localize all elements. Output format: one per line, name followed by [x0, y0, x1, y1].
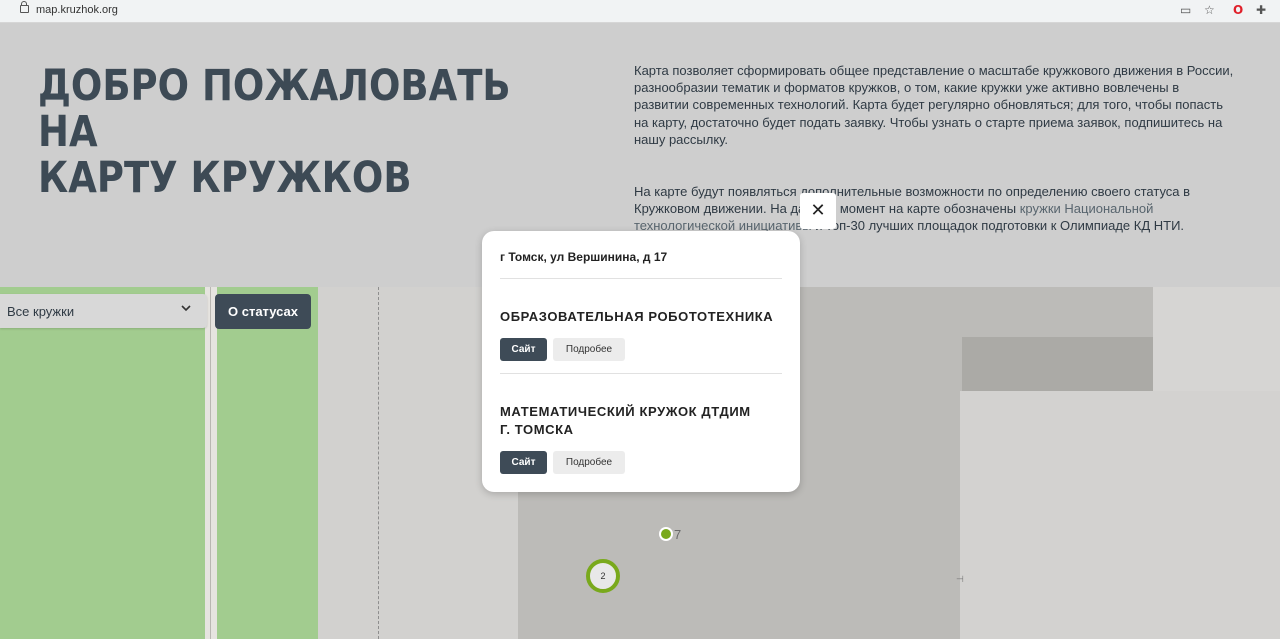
club-filter-value: Все кружки [7, 304, 75, 319]
map-building [962, 337, 1153, 391]
map-area-block [960, 391, 1280, 639]
lock-icon [20, 1, 29, 13]
opera-icon[interactable]: O [1233, 3, 1243, 17]
close-icon: ✕ [810, 200, 826, 221]
install-icon[interactable]: ▭ [1180, 3, 1191, 17]
page-title-line1: ДОБРО ПОЖАЛОВАТЬ НА [38, 61, 511, 157]
club-name: МАТЕМАТИЧЕСКИЙ КРУЖОК ДТДИМ Г. ТОМСКА [500, 404, 751, 437]
club-filter-select[interactable]: Все кружки [0, 294, 207, 328]
club-site-button[interactable]: Сайт [500, 338, 547, 361]
page-title: ДОБРО ПОЖАЛОВАТЬ НА КАРТУ КРУЖКОВ [38, 63, 520, 201]
popup-address: г Томск, ул Вершинина, д 17 [500, 250, 668, 264]
club-site-button[interactable]: Сайт [500, 451, 547, 474]
club-popup: г Томск, ул Вершинина, д 17 ОБРАЗОВАТЕЛЬ… [482, 231, 800, 492]
map-house-number: 7 [674, 527, 682, 542]
map-boundary-line [378, 287, 379, 639]
club-details-button[interactable]: Подробее [553, 451, 625, 474]
map-park-area [0, 287, 318, 639]
about-statuses-button[interactable]: О статусах [215, 294, 311, 329]
divider [500, 373, 782, 374]
address-url[interactable]: map.kruzhok.org [36, 4, 118, 16]
hero-paragraph-2-tail: и топ-30 лучших площадок подготовки к Ол… [811, 218, 1185, 234]
page-title-line2: КАРТУ КРУЖКОВ [38, 153, 412, 203]
chevron-down-icon [181, 303, 191, 316]
map-road [205, 287, 217, 639]
extensions-icon[interactable]: ✚ [1256, 3, 1266, 17]
club-name: ОБРАЗОВАТЕЛЬНАЯ РОБОТОТЕХНИКА [500, 309, 774, 324]
hero-paragraph-1: Карта позволяет сформировать общее предс… [634, 63, 1234, 147]
divider [500, 278, 782, 279]
entrance-icon: ⊣ [956, 575, 964, 585]
club-details-button[interactable]: Подробее [553, 338, 625, 361]
star-icon[interactable]: ☆ [1204, 3, 1215, 17]
hero-paragraph-2: На карте будут появляться дополнительные… [634, 183, 1234, 235]
browser-address-bar: map.kruzhok.org ▭ ☆ O ✚ [0, 0, 1280, 23]
map-cluster-marker[interactable]: 2 [586, 559, 620, 593]
close-popup-button[interactable]: ✕ [800, 193, 836, 229]
map-marker[interactable] [661, 529, 671, 539]
